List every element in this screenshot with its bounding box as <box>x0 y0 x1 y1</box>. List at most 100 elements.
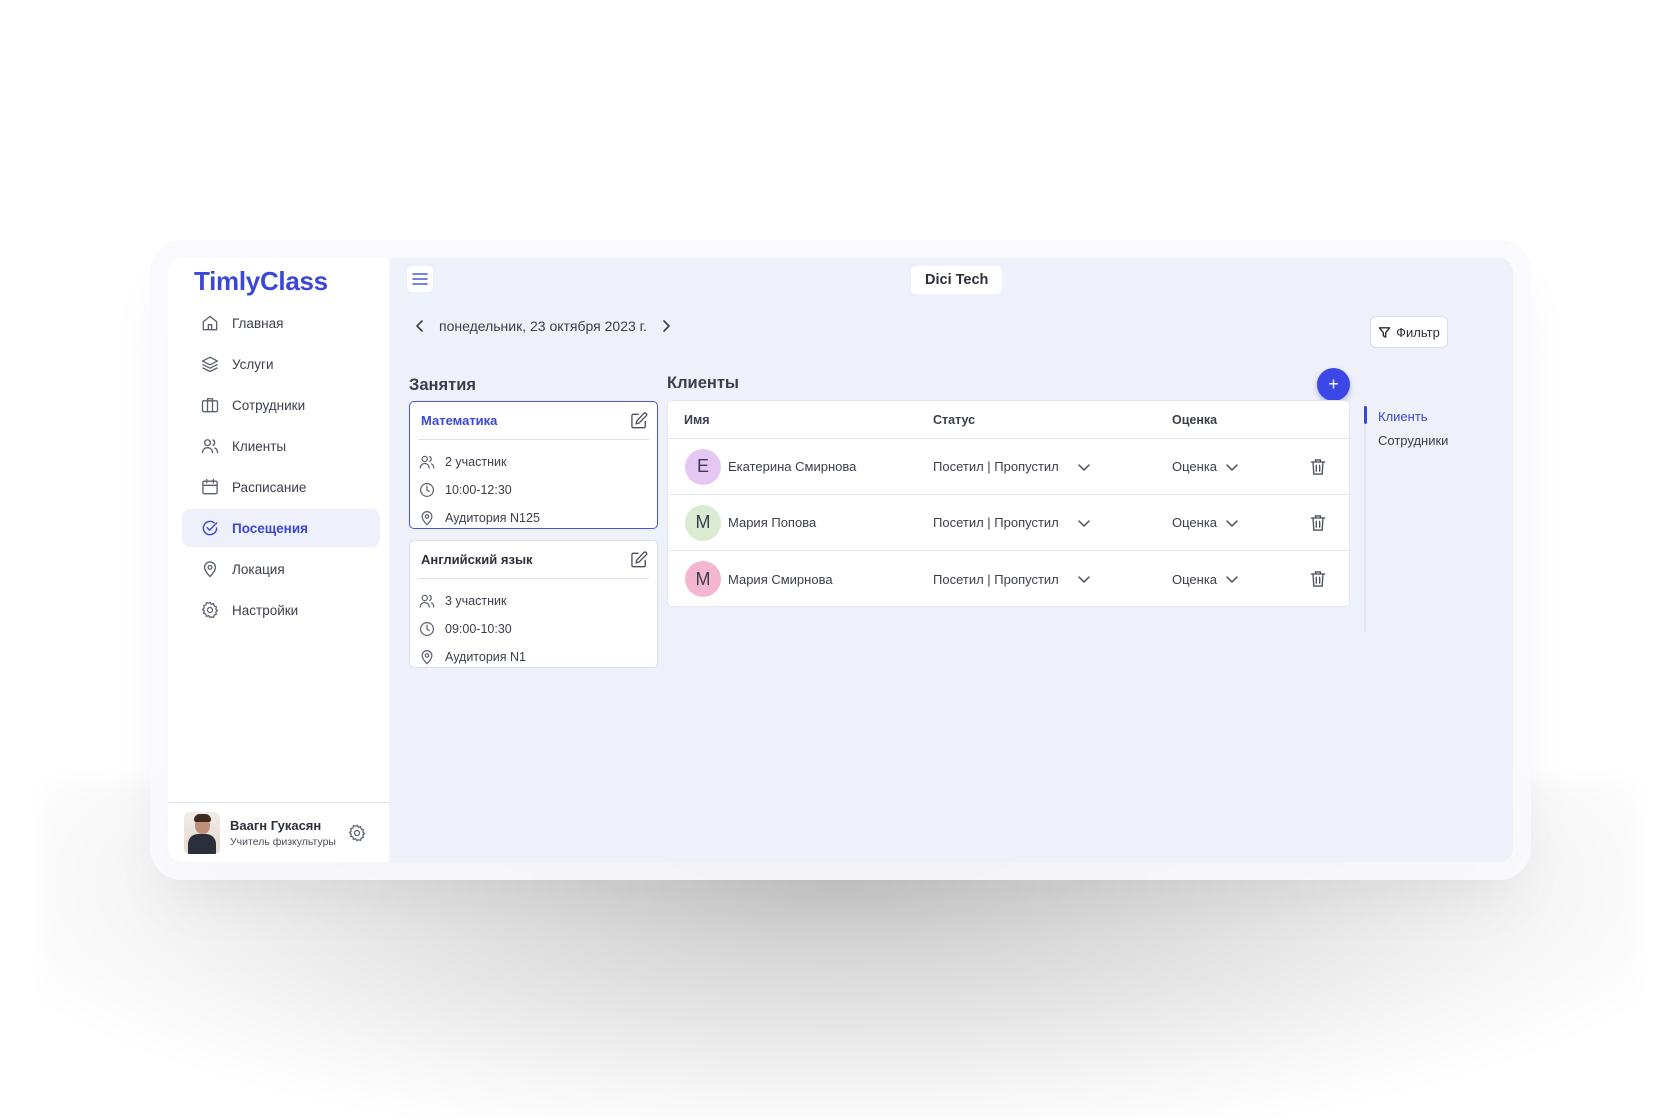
profile-name: Ваагн Гукасян <box>230 817 322 833</box>
tab-clients[interactable]: Клиенть <box>1363 404 1448 428</box>
sidebar-item-attendance[interactable]: Посещения <box>182 509 380 547</box>
client-name: Екатерина Смирнова <box>728 459 857 474</box>
map-pin-icon <box>203 561 217 578</box>
organization-name: Dici Tech <box>911 266 1003 294</box>
sidebar-item-label: Посещения <box>232 520 309 536</box>
lesson-participants: 2 участник <box>418 448 657 476</box>
lesson-title: Английский язык <box>421 552 533 567</box>
chevron-left-icon[interactable] <box>413 319 427 333</box>
lesson-participants-text: 2 участник <box>445 455 507 469</box>
sidebar-item-label: Сотрудники <box>232 397 306 413</box>
users-icon <box>419 455 435 469</box>
map-pin-icon <box>421 650 433 665</box>
chevron-down-icon <box>1226 463 1238 471</box>
lesson-time: 10:00-12:30 <box>418 476 657 504</box>
avatar <box>184 811 220 854</box>
table-row: Е Екатерина Смирнова Посетил | Пропустил… <box>668 439 1349 495</box>
side-tabs: Клиенть Сотрудники <box>1363 404 1448 632</box>
lesson-card[interactable]: Английский язык 3 участник 09:00-10:30 А… <box>409 540 658 668</box>
map-pin-icon <box>421 511 433 526</box>
lesson-card-header: Математика <box>418 402 649 440</box>
status-value: Посетил | Пропустил <box>933 515 1059 530</box>
status-value: Посетил | Пропустил <box>933 571 1059 587</box>
sidebar-item-services[interactable]: Услуги <box>182 345 380 383</box>
column-header-grade: Оценка <box>1172 412 1218 427</box>
status-value: Посетил | Пропустил <box>933 459 1059 474</box>
lesson-title: Математика <box>421 413 498 428</box>
lesson-participants-text: 3 участник <box>445 594 507 608</box>
sidebar-item-label: Локация <box>232 561 285 577</box>
chevron-right-icon[interactable] <box>659 319 673 333</box>
trash-icon[interactable] <box>1308 457 1328 477</box>
column-header-name: Имя <box>684 412 710 427</box>
tab-employees[interactable]: Сотрудники <box>1378 428 1448 452</box>
date-navigator: понедельник, 23 октября 2023 г. <box>413 318 673 334</box>
grade-dropdown[interactable]: Оценка <box>1172 515 1239 530</box>
sidebar-item-employees[interactable]: Сотрудники <box>182 386 380 424</box>
check-circle-icon <box>202 520 218 536</box>
lesson-details: 2 участник 10:00-12:30 Аудитория N125 <box>410 440 657 532</box>
users-icon <box>419 594 435 608</box>
lesson-time: 09:00-10:30 <box>418 615 657 643</box>
status-dropdown[interactable]: Посетил | Пропустил <box>933 515 1091 530</box>
filter-label: Фильтр <box>1396 324 1440 340</box>
gear-icon[interactable] <box>347 823 367 843</box>
trash-icon[interactable] <box>1308 569 1328 589</box>
sidebar-nav: Главная Услуги Сотрудники Клиенты Распис… <box>182 304 380 632</box>
clock-icon <box>420 483 434 497</box>
column-header-status: Статус <box>933 412 976 427</box>
menu-toggle-button[interactable] <box>407 266 433 292</box>
edit-icon[interactable] <box>629 411 649 431</box>
sidebar: TimlyClass Главная Услуги Сотрудники Кли… <box>168 258 389 862</box>
trash-icon[interactable] <box>1308 513 1328 533</box>
client-avatar: М <box>685 561 721 597</box>
user-profile[interactable]: Ваагн Гукасян Учитель физкультуры <box>168 802 389 862</box>
table-row: М Мария Попова Посетил | Пропустил Оценк… <box>668 495 1349 551</box>
current-date: понедельник, 23 октября 2023 г. <box>439 318 647 334</box>
client-name: Мария Смирнова <box>728 571 833 587</box>
gear-icon <box>201 601 219 619</box>
grade-value: Оценка <box>1172 515 1218 530</box>
lesson-room: Аудитория N125 <box>418 504 657 532</box>
sidebar-item-label: Настройки <box>232 602 299 618</box>
grade-value: Оценка <box>1172 571 1218 587</box>
status-dropdown[interactable]: Посетил | Пропустил <box>933 459 1091 474</box>
sidebar-item-schedule[interactable]: Расписание <box>182 468 380 506</box>
lesson-room-text: Аудитория N125 <box>445 511 540 525</box>
hamburger-icon <box>412 273 428 285</box>
sidebar-item-label: Услуги <box>232 356 274 372</box>
sidebar-item-label: Расписание <box>232 479 307 495</box>
lesson-card[interactable]: Математика 2 участник 10:00-12:30 Аудито… <box>409 401 658 529</box>
lessons-title: Занятия <box>409 376 476 394</box>
grade-value: Оценка <box>1172 459 1218 474</box>
filter-button[interactable]: Фильтр <box>1370 316 1448 348</box>
lesson-time-text: 10:00-12:30 <box>445 483 512 497</box>
chevron-down-icon <box>1078 519 1090 527</box>
status-dropdown[interactable]: Посетил | Пропустил <box>933 572 1091 587</box>
lesson-room-text: Аудитория N1 <box>445 650 526 664</box>
grade-dropdown[interactable]: Оценка <box>1172 459 1239 474</box>
sidebar-item-clients[interactable]: Клиенты <box>182 427 380 465</box>
clients-table: Имя Статус Оценка Е Екатерина Смирнова П… <box>667 400 1350 607</box>
grade-dropdown[interactable]: Оценка <box>1172 572 1239 587</box>
filter-icon <box>1378 326 1391 338</box>
home-icon <box>202 315 218 331</box>
sidebar-item-home[interactable]: Главная <box>182 304 380 342</box>
chevron-down-icon <box>1226 576 1238 583</box>
lesson-card-header: Английский язык <box>418 541 649 579</box>
sidebar-item-settings[interactable]: Настройки <box>182 591 380 629</box>
app-logo[interactable]: TimlyClass <box>194 266 328 297</box>
calendar-icon <box>202 478 218 495</box>
briefcase-icon <box>201 398 219 413</box>
chevron-down-icon <box>1078 576 1090 583</box>
profile-role: Учитель физкультуры <box>230 835 336 848</box>
client-avatar: М <box>685 504 721 541</box>
edit-icon[interactable] <box>629 550 649 570</box>
clients-title: Клиенты <box>667 374 740 392</box>
lesson-details: 3 участник 09:00-10:30 Аудитория N1 <box>410 579 657 671</box>
chevron-down-icon <box>1078 463 1090 471</box>
chevron-down-icon <box>1226 519 1238 527</box>
client-avatar: Е <box>685 448 721 485</box>
sidebar-item-location[interactable]: Локация <box>182 550 380 588</box>
add-client-button[interactable]: + <box>1317 368 1350 401</box>
